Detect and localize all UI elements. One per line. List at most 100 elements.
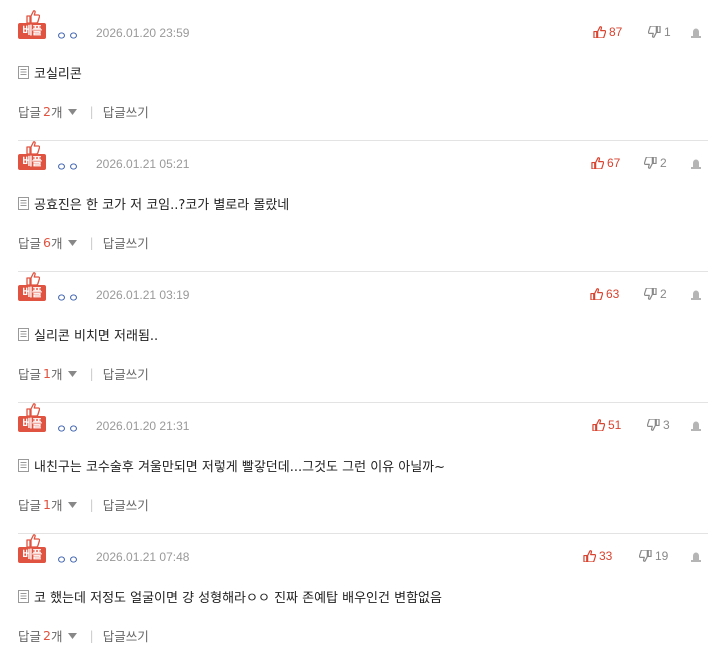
comment-body: 실리콘 비치면 저래됨.. bbox=[18, 325, 158, 344]
dislike-button[interactable]: 2 bbox=[644, 156, 667, 170]
thumbs-up-icon bbox=[590, 288, 603, 300]
thumbs-down-icon bbox=[647, 419, 660, 431]
comment-item: 베플 ㅇㅇ 2026.01.21 05:21 67 2 공효진은 한 코가 저 … bbox=[18, 141, 708, 272]
dislike-button[interactable]: 3 bbox=[647, 418, 670, 432]
comment-item: 베플 ㅇㅇ 2026.01.20 21:31 51 3 내친구는 코수술후 겨울… bbox=[18, 403, 708, 534]
reply-count: 6 bbox=[43, 235, 51, 250]
comment-item: 베플 ㅇㅇ 2026.01.20 23:59 87 1 코실리콘 답글 2 개 … bbox=[18, 10, 708, 141]
chevron-down-icon bbox=[68, 501, 78, 508]
separator: | bbox=[89, 104, 94, 119]
alarm-bell-icon[interactable] bbox=[690, 158, 702, 169]
best-badge-label: 베플 bbox=[18, 416, 46, 432]
like-button[interactable]: 51 bbox=[592, 418, 621, 432]
best-badge-label: 베플 bbox=[18, 23, 46, 39]
alarm-bell-icon[interactable] bbox=[690, 551, 702, 562]
reply-label: 답글 bbox=[18, 629, 42, 644]
write-reply-link[interactable]: 답글쓰기 bbox=[103, 364, 149, 383]
dislike-button[interactable]: 1 bbox=[648, 25, 671, 39]
thumbs-down-icon bbox=[644, 157, 657, 169]
memo-icon bbox=[18, 459, 29, 472]
like-button[interactable]: 67 bbox=[591, 156, 620, 170]
like-button[interactable]: 63 bbox=[590, 287, 619, 301]
memo-icon bbox=[18, 66, 29, 79]
dislike-count: 2 bbox=[660, 156, 667, 170]
chevron-down-icon bbox=[68, 370, 78, 377]
comment-date: 2026.01.21 07:48 bbox=[96, 550, 190, 564]
best-badge: 베플 bbox=[18, 141, 46, 173]
reply-unit: 개 bbox=[50, 105, 63, 120]
comment-text: 코실리콘 bbox=[34, 67, 82, 82]
alarm-bell-icon[interactable] bbox=[690, 27, 702, 38]
separator: | bbox=[89, 235, 94, 250]
comment-date: 2026.01.21 03:19 bbox=[96, 288, 190, 302]
reply-count: 2 bbox=[43, 104, 51, 119]
reply-label: 답글 bbox=[18, 367, 42, 382]
dislike-count: 2 bbox=[660, 287, 667, 301]
write-reply-link[interactable]: 답글쓰기 bbox=[103, 102, 149, 121]
write-reply-link[interactable]: 답글쓰기 bbox=[103, 626, 149, 645]
comment-text: 공효진은 한 코가 저 코임..?코가 별로라 몰랐네 bbox=[34, 198, 290, 213]
reply-toggle[interactable]: 답글 2개 bbox=[18, 626, 78, 645]
reply-row: 답글 6개 | 답글쓰기 bbox=[18, 233, 149, 252]
reply-label: 답글 bbox=[18, 236, 42, 251]
like-button[interactable]: 33 bbox=[583, 549, 612, 563]
best-badge-label: 베플 bbox=[18, 154, 46, 170]
separator: | bbox=[89, 497, 94, 512]
alarm-bell-icon[interactable] bbox=[690, 289, 702, 300]
comment-body: 내친구는 코수술후 겨울만되면 저렇게 빨갛던데...그것도 그런 이유 아닐까… bbox=[18, 456, 445, 475]
thumbs-up-icon bbox=[592, 419, 605, 431]
reply-label: 답글 bbox=[18, 105, 42, 120]
comment-item: 베플 ㅇㅇ 2026.01.21 03:19 63 2 실리콘 비치면 저래됨.… bbox=[18, 272, 708, 403]
comment-body: 코실리콘 bbox=[18, 63, 82, 82]
thumbs-up-icon bbox=[26, 10, 40, 23]
reply-count: 1 bbox=[43, 497, 51, 512]
reply-toggle[interactable]: 답글 6개 bbox=[18, 233, 78, 252]
author-nickname[interactable]: ㅇㅇ bbox=[56, 289, 80, 306]
like-count: 51 bbox=[608, 418, 622, 432]
dislike-button[interactable]: 2 bbox=[644, 287, 667, 301]
thumbs-down-icon bbox=[644, 288, 657, 300]
chevron-down-icon bbox=[68, 108, 78, 115]
comment-body: 공효진은 한 코가 저 코임..?코가 별로라 몰랐네 bbox=[18, 194, 289, 213]
author-nickname[interactable]: ㅇㅇ bbox=[56, 420, 80, 437]
like-button[interactable]: 87 bbox=[593, 25, 622, 39]
reply-toggle[interactable]: 답글 1개 bbox=[18, 364, 78, 383]
reply-toggle[interactable]: 답글 2개 bbox=[18, 102, 78, 121]
thumbs-up-icon bbox=[26, 141, 40, 154]
reply-row: 답글 2개 | 답글쓰기 bbox=[18, 102, 149, 121]
author-nickname[interactable]: ㅇㅇ bbox=[56, 27, 80, 44]
thumbs-up-icon bbox=[593, 26, 606, 38]
write-reply-link[interactable]: 답글쓰기 bbox=[103, 495, 149, 514]
reply-unit: 개 bbox=[50, 236, 63, 251]
reply-row: 답글 2개 | 답글쓰기 bbox=[18, 626, 149, 645]
author-nickname[interactable]: ㅇㅇ bbox=[56, 158, 80, 175]
dislike-count: 3 bbox=[663, 418, 670, 432]
reply-row: 답글 1개 | 답글쓰기 bbox=[18, 495, 149, 514]
best-badge: 베플 bbox=[18, 403, 46, 435]
reply-count: 1 bbox=[43, 366, 51, 381]
best-badge: 베플 bbox=[18, 534, 46, 566]
comment-text: 내친구는 코수술후 겨울만되면 저렇게 빨갛던데...그것도 그런 이유 아닐까… bbox=[34, 460, 446, 475]
alarm-bell-icon[interactable] bbox=[690, 420, 702, 431]
comment-body: 코 했는데 저정도 얼굴이면 걍 성형해라ㅇㅇ 진짜 존예탑 배우인건 변함없음 bbox=[18, 587, 442, 606]
best-badge-label: 베플 bbox=[18, 285, 46, 301]
write-reply-link[interactable]: 답글쓰기 bbox=[103, 233, 149, 252]
separator: | bbox=[89, 628, 94, 643]
chevron-down-icon bbox=[68, 239, 78, 246]
comment-date: 2026.01.21 05:21 bbox=[96, 157, 190, 171]
thumbs-up-icon bbox=[591, 157, 604, 169]
thumbs-up-icon bbox=[26, 403, 40, 416]
reply-unit: 개 bbox=[50, 629, 63, 644]
comment-text: 실리콘 비치면 저래됨.. bbox=[34, 329, 159, 344]
like-count: 87 bbox=[609, 25, 623, 39]
separator: | bbox=[89, 366, 94, 381]
dislike-count: 1 bbox=[664, 25, 671, 39]
reply-label: 답글 bbox=[18, 498, 42, 513]
author-nickname[interactable]: ㅇㅇ bbox=[56, 551, 80, 568]
comment-item: 베플 ㅇㅇ 2026.01.21 07:48 33 19 코 했는데 저정도 얼… bbox=[18, 534, 708, 665]
dislike-count: 19 bbox=[655, 549, 669, 563]
thumbs-down-icon bbox=[648, 26, 661, 38]
dislike-button[interactable]: 19 bbox=[639, 549, 668, 563]
reply-toggle[interactable]: 답글 1개 bbox=[18, 495, 78, 514]
memo-icon bbox=[18, 328, 29, 341]
